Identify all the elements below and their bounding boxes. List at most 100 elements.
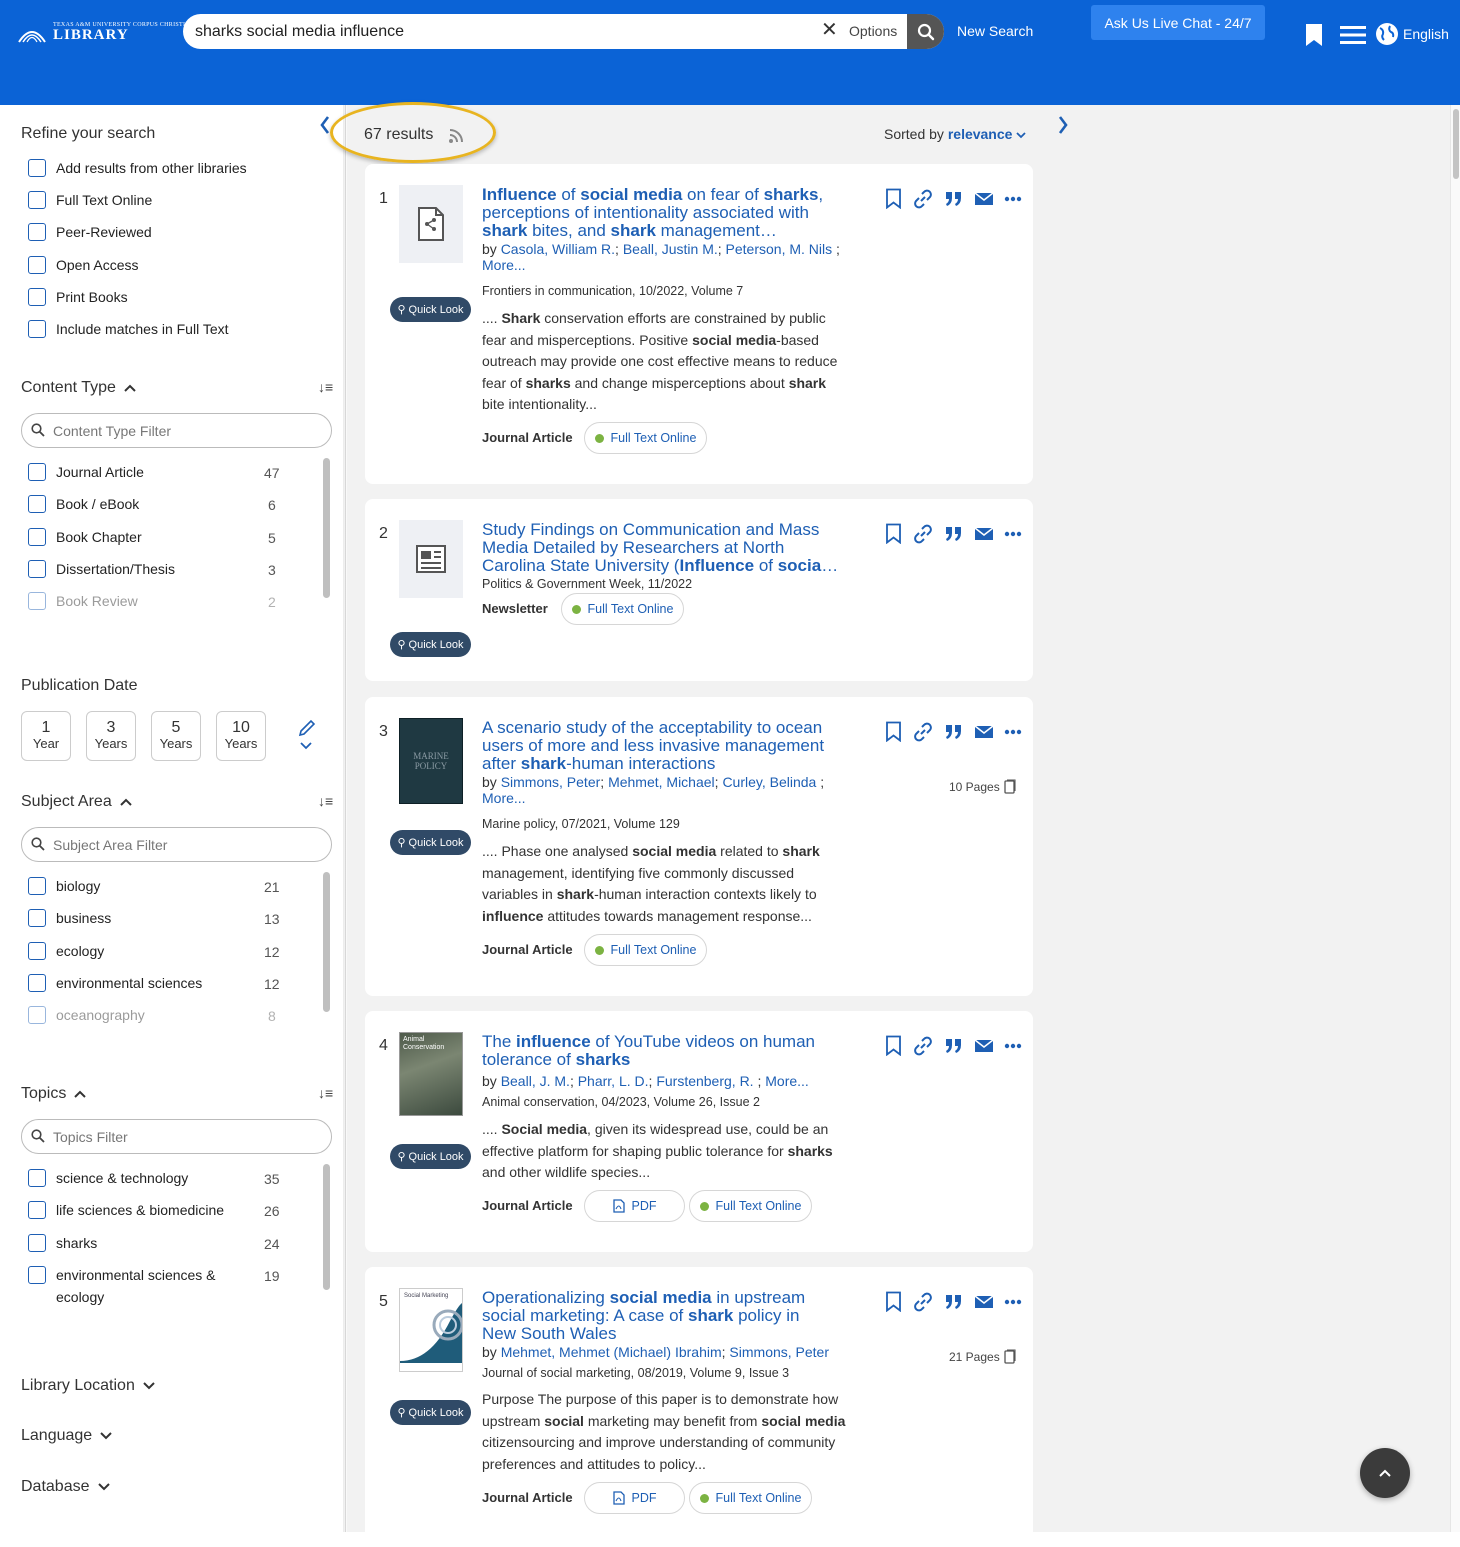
- checkbox[interactable]: [28, 495, 46, 513]
- full-text-online-link[interactable]: Full Text Online: [584, 934, 707, 966]
- checkbox[interactable]: [28, 942, 46, 960]
- search-options-button[interactable]: Options: [849, 23, 897, 39]
- more-options-icon[interactable]: [1004, 196, 1022, 202]
- content-type-filter[interactable]: Content Type Filter: [21, 413, 332, 448]
- facet-biology[interactable]: biology: [28, 877, 100, 895]
- quick-look-button[interactable]: ⚲ Quick Look: [390, 1400, 471, 1425]
- result-thumbnail[interactable]: [399, 520, 463, 598]
- live-chat-button[interactable]: Ask Us Live Chat - 24/7: [1091, 5, 1265, 40]
- facet-environmental-sciences[interactable]: environmental sciences: [28, 974, 202, 992]
- cite-icon[interactable]: [944, 190, 964, 208]
- more-authors-link[interactable]: More...: [482, 257, 526, 273]
- cite-icon[interactable]: [944, 525, 964, 543]
- checkbox[interactable]: [28, 1234, 46, 1252]
- checkbox[interactable]: [28, 191, 46, 209]
- result-title-link[interactable]: Operationalizing social media in upstrea…: [482, 1289, 822, 1343]
- full-text-online-link[interactable]: Full Text Online: [689, 1482, 812, 1514]
- permalink-icon[interactable]: [913, 722, 933, 742]
- refine-option-open-access[interactable]: Open Access: [28, 256, 139, 274]
- checkbox[interactable]: [28, 877, 46, 895]
- checkbox[interactable]: [28, 463, 46, 481]
- refine-option-other-libraries[interactable]: Add results from other libraries: [28, 159, 247, 177]
- email-icon[interactable]: [975, 1038, 993, 1053]
- checkbox[interactable]: [28, 1169, 46, 1187]
- subject-area-filter[interactable]: Subject Area Filter: [21, 827, 332, 862]
- refine-option-peer-reviewed[interactable]: Peer-Reviewed: [28, 223, 152, 241]
- rss-feed-icon[interactable]: [448, 127, 465, 144]
- checkbox[interactable]: [28, 592, 46, 610]
- author-link[interactable]: Beall, J. M.: [501, 1073, 570, 1089]
- checkbox[interactable]: [28, 320, 46, 338]
- email-icon[interactable]: [975, 191, 993, 206]
- checkbox[interactable]: [28, 1006, 46, 1024]
- email-icon[interactable]: [975, 724, 993, 739]
- date-1-year-button[interactable]: 1 Year: [21, 711, 71, 761]
- bookmark-icon[interactable]: [885, 523, 902, 544]
- more-options-icon[interactable]: [1004, 531, 1022, 537]
- menu-icon[interactable]: [1340, 25, 1366, 45]
- author-link[interactable]: Furstenberg, R.: [656, 1073, 753, 1089]
- subject-area-header[interactable]: Subject Area: [21, 793, 132, 811]
- expand-panel-chevron-icon[interactable]: [1056, 114, 1070, 136]
- author-link[interactable]: Mehmet, Michael: [608, 774, 715, 790]
- clear-search-icon[interactable]: ✕: [821, 20, 838, 40]
- sort-facet-icon[interactable]: ↓≡: [318, 793, 333, 809]
- result-cover-image[interactable]: Social Marketing: [399, 1288, 463, 1372]
- language-selector[interactable]: English: [1403, 26, 1449, 42]
- pdf-link[interactable]: PDF: [584, 1190, 685, 1222]
- checkbox[interactable]: [28, 159, 46, 177]
- quick-look-button[interactable]: ⚲ Quick Look: [390, 1144, 471, 1169]
- checkbox[interactable]: [28, 1266, 46, 1284]
- facet-book-ebook[interactable]: Book / eBook: [28, 495, 139, 513]
- author-link[interactable]: Simmons, Peter: [729, 1344, 829, 1360]
- facet-business[interactable]: business: [28, 909, 111, 927]
- cite-icon[interactable]: [944, 1293, 964, 1311]
- checkbox[interactable]: [28, 528, 46, 546]
- facet-sharks[interactable]: sharks: [28, 1234, 97, 1252]
- content-type-header[interactable]: Content Type: [21, 379, 136, 397]
- sort-facet-icon[interactable]: ↓≡: [318, 1085, 333, 1101]
- database-header[interactable]: Database: [21, 1478, 110, 1496]
- author-link[interactable]: Peterson, M. Nils: [726, 241, 833, 257]
- checkbox[interactable]: [28, 256, 46, 274]
- facet-science-technology[interactable]: science & technology: [28, 1169, 188, 1187]
- more-options-icon[interactable]: [1004, 1299, 1022, 1305]
- facet-dissertation[interactable]: Dissertation/Thesis: [28, 560, 175, 578]
- bookmark-icon[interactable]: [885, 1291, 902, 1312]
- quick-look-button[interactable]: ⚲ Quick Look: [390, 830, 471, 855]
- sort-selector[interactable]: Sorted by relevance: [884, 126, 1026, 142]
- scrollbar-thumb[interactable]: [1453, 109, 1459, 179]
- facet-ecology[interactable]: ecology: [28, 942, 104, 960]
- email-icon[interactable]: [975, 526, 993, 541]
- cite-icon[interactable]: [944, 1037, 964, 1055]
- author-link[interactable]: Curley, Belinda: [722, 774, 816, 790]
- more-authors-link[interactable]: More...: [765, 1073, 809, 1089]
- facet-scrollbar[interactable]: [323, 1164, 330, 1290]
- facet-scrollbar[interactable]: [323, 458, 330, 598]
- author-link[interactable]: Pharr, L. D.: [578, 1073, 649, 1089]
- globe-icon[interactable]: [1375, 22, 1399, 46]
- topics-header[interactable]: Topics: [21, 1085, 87, 1103]
- checkbox[interactable]: [28, 223, 46, 241]
- back-to-top-button[interactable]: [1360, 1448, 1410, 1498]
- full-text-online-link[interactable]: Full Text Online: [584, 422, 707, 454]
- library-location-header[interactable]: Library Location: [21, 1377, 155, 1395]
- bookmark-icon[interactable]: [885, 721, 902, 742]
- checkbox[interactable]: [28, 288, 46, 306]
- refine-option-full-text-matches[interactable]: Include matches in Full Text: [28, 320, 229, 338]
- result-title-link[interactable]: The influence of YouTube videos on human…: [482, 1033, 852, 1069]
- facet-book-chapter[interactable]: Book Chapter: [28, 528, 142, 546]
- permalink-icon[interactable]: [913, 189, 933, 209]
- facet-book-review[interactable]: Book Review: [28, 592, 138, 610]
- quick-look-button[interactable]: ⚲ Quick Look: [390, 297, 471, 322]
- result-cover-image[interactable]: MARINE POLICY: [399, 718, 463, 804]
- custom-date-edit-icon[interactable]: [297, 716, 317, 754]
- facet-journal-article[interactable]: Journal Article: [28, 463, 144, 481]
- facet-oceanography[interactable]: oceanography: [28, 1006, 145, 1024]
- permalink-icon[interactable]: [913, 1036, 933, 1056]
- result-cover-image[interactable]: Animal Conservation: [399, 1032, 463, 1116]
- result-title-link[interactable]: Influence of social media on fear of sha…: [482, 186, 852, 240]
- checkbox[interactable]: [28, 974, 46, 992]
- refine-option-print-books[interactable]: Print Books: [28, 288, 128, 306]
- facet-env-sciences-ecology[interactable]: environmental sciences & ecology: [28, 1266, 226, 1308]
